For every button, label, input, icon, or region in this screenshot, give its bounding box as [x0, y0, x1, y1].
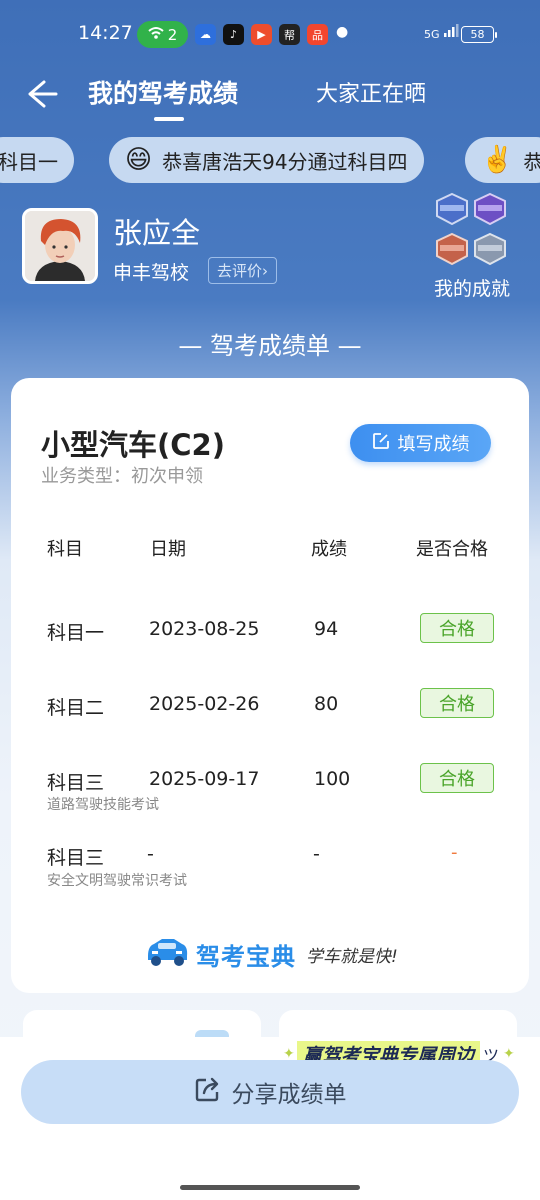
row-score: - [313, 843, 320, 865]
pass-badge: 合格 [420, 688, 494, 718]
victory-hand-emoji-icon: ✌️ [481, 145, 514, 175]
car-logo-icon [144, 936, 190, 972]
grin-emoji-icon: 😄 [125, 145, 153, 175]
business-type: 业务类型：初次申领 [41, 466, 203, 487]
header-score: 成绩 [311, 539, 347, 560]
chevron-right-icon: › [262, 261, 269, 280]
wifi-hotspot-indicator: 2 [137, 21, 188, 48]
edit-icon [372, 432, 390, 455]
ticker-text: 恭 [523, 149, 540, 174]
header-passed: 是否合格 [416, 539, 488, 560]
wifi-count: 2 [167, 25, 178, 44]
section-title: — 驾考成绩单 — [178, 332, 362, 360]
driving-school: 申丰驾校 [113, 262, 190, 284]
brand-slogan: 学车就是快! [306, 946, 398, 967]
row-subject: 科目三 [47, 772, 105, 794]
back-arrow-icon[interactable] [22, 74, 62, 114]
share-icon [194, 1075, 222, 1109]
brand-name: 驾考宝典 [196, 942, 296, 971]
tab-everyone-sharing[interactable]: 大家正在晒 [316, 76, 426, 108]
badge-icon [436, 192, 468, 226]
tiktok-icon: ♪ [223, 24, 244, 45]
status-time: 14:27 [78, 22, 133, 44]
row-subject-detail: 道路驾驶技能考试 [47, 797, 159, 813]
row-date: 2025-02-26 [149, 693, 260, 715]
header-subject: 科目 [47, 539, 83, 560]
achievement-badges[interactable] [432, 192, 512, 270]
congrats-ticker: 科目一 😄 恭喜唐浩天94分通过科目四 ✌️ 恭 [0, 137, 540, 183]
row-date: 2025-09-17 [149, 768, 260, 790]
pass-label: 合格 [439, 694, 475, 715]
ticker-item[interactable]: 科目一 [0, 137, 74, 183]
pass-badge: 合格 [420, 763, 494, 793]
top-navigation: 我的驾考成绩 大家正在晒 [0, 70, 540, 130]
ticker-text: 恭喜唐浩天94分通过科目四 [162, 149, 408, 174]
row-subject: 科目二 [47, 697, 105, 719]
share-label: 分享成绩单 [231, 1082, 347, 1108]
score-card: 小型汽车(C2) 业务类型：初次申领 填写成绩 科目 日期 成绩 是否合格 科目… [11, 378, 529, 993]
ticker-item[interactable]: ✌️ 恭 [465, 137, 540, 183]
rate-school-button[interactable]: 去评价 › [208, 257, 278, 284]
header-date: 日期 [150, 539, 186, 560]
row-score: 100 [314, 768, 351, 790]
ticker-text: 科目一 [0, 149, 58, 174]
status-bar: 14:27 2 ☁ ♪ ▶ 帮 品 ● 5G 58 [0, 0, 540, 70]
pass-badge: 合格 [420, 613, 494, 643]
signal-indicator: 5G [424, 24, 459, 41]
news-app-icon: 帮 [279, 24, 300, 45]
signal-icon [444, 24, 459, 37]
notification-app-icons: ☁ ♪ ▶ 帮 品 [195, 24, 328, 45]
network-type: 5G [424, 28, 440, 41]
wifi-icon [148, 26, 164, 44]
battery-level: 58 [470, 28, 485, 41]
avatar[interactable] [22, 208, 98, 284]
row-date: 2023-08-25 [149, 618, 260, 640]
row-score: 94 [314, 618, 339, 640]
row-subject: 科目一 [47, 622, 105, 644]
license-type: 小型汽车(C2) [41, 428, 225, 462]
badge-icon [474, 232, 506, 266]
user-name: 张应全 [113, 216, 201, 250]
share-scorecard-button[interactable]: 分享成绩单 [21, 1060, 519, 1124]
tab-active-indicator [154, 117, 184, 121]
video-app-icon: ▶ [251, 24, 272, 45]
badge-icon [474, 192, 506, 226]
row-result: - [451, 842, 458, 863]
tab-my-scores[interactable]: 我的驾考成绩 [88, 74, 238, 110]
brand-footer: 驾考宝典 学车就是快! [144, 936, 398, 972]
my-achievements-label[interactable]: 我的成就 [434, 274, 510, 301]
fill-score-button[interactable]: 填写成绩 [350, 424, 491, 462]
home-indicator[interactable] [180, 1185, 360, 1190]
row-score: 80 [314, 693, 339, 715]
badge-icon [436, 232, 468, 266]
ticker-item[interactable]: 😄 恭喜唐浩天94分通过科目四 [109, 137, 424, 183]
pass-label: 合格 [439, 769, 475, 790]
pass-label: 合格 [439, 619, 475, 640]
rate-label: 去评价 [217, 262, 263, 280]
sparkle-icon: ✦ [503, 1046, 515, 1062]
baidu-netdisk-icon: ☁ [195, 24, 216, 45]
battery-icon: 58 [461, 26, 497, 43]
red-app-icon: 品 [307, 24, 328, 45]
more-notifications-dot: ● [336, 24, 349, 40]
row-date: - [147, 843, 154, 865]
fill-score-label: 填写成绩 [397, 434, 470, 455]
row-subject-detail: 安全文明驾驶常识考试 [47, 873, 187, 889]
row-subject: 科目三 [47, 847, 105, 869]
